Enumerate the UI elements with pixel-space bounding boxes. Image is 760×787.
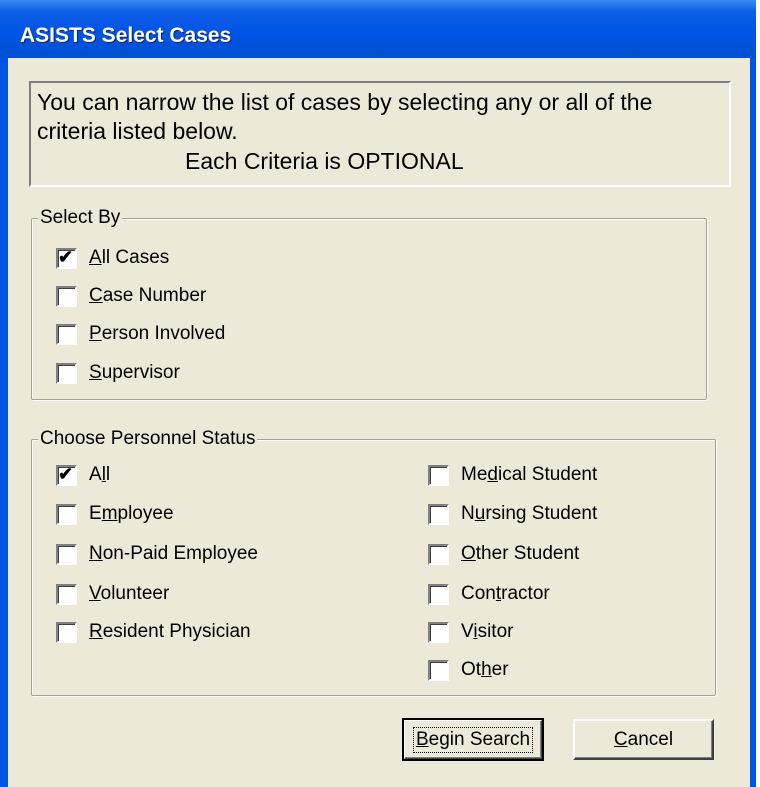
select-by-legend: Select By	[38, 207, 123, 229]
checkbox-case-number[interactable]: ✔ Case Number	[56, 285, 206, 307]
info-text-line-1: You can narrow the list of cases by sele…	[37, 89, 653, 115]
checkbox-label: Person Involved	[89, 323, 226, 344]
checkbox-box[interactable]: ✔	[56, 463, 77, 486]
window-frame-right	[750, 58, 756, 787]
check-icon: ✔	[58, 463, 74, 484]
window-frame-left	[0, 58, 8, 787]
checkbox-label: Other Student	[461, 543, 580, 564]
checkbox-person-involved[interactable]: ✔ Person Involved	[56, 323, 225, 345]
window-title: ASISTS Select Cases	[20, 24, 232, 47]
checkbox-label: All	[89, 464, 111, 485]
cancel-button[interactable]: Cancel	[573, 719, 714, 760]
checkbox-status-non-paid-employee[interactable]: ✔ Non-Paid Employee	[56, 543, 258, 565]
begin-search-label: Begin Search	[412, 726, 534, 753]
checkbox-label: Non-Paid Employee	[89, 543, 258, 564]
checkbox-box[interactable]: ✔	[56, 246, 77, 269]
checkbox-label: Supervisor	[89, 362, 180, 383]
checkbox-box[interactable]: ✔	[428, 464, 449, 486]
dialog-body: You can narrow the list of cases by sele…	[8, 58, 750, 787]
checkbox-box[interactable]: ✔	[428, 621, 449, 643]
checkbox-status-medical-student[interactable]: ✔ Medical Student	[428, 464, 597, 486]
checkbox-status-nursing-student[interactable]: ✔ Nursing Student	[428, 503, 597, 525]
checkbox-label: Medical Student	[461, 464, 598, 485]
checkbox-label: Other	[461, 659, 509, 680]
checkbox-status-other-student[interactable]: ✔ Other Student	[428, 543, 579, 565]
checkbox-box[interactable]: ✔	[56, 543, 77, 565]
dialog-window: ASISTS Select Cases You can narrow the l…	[0, 0, 756, 787]
checkbox-box[interactable]: ✔	[56, 285, 77, 307]
info-text-optional: Each Criteria is OPTIONAL	[185, 148, 464, 174]
checkbox-label: Volunteer	[89, 583, 170, 604]
checkbox-box[interactable]: ✔	[428, 503, 449, 525]
info-text-line-2: criteria listed below.	[37, 118, 238, 144]
check-icon: ✔	[58, 246, 74, 267]
begin-search-button[interactable]: Begin Search	[402, 718, 544, 761]
personnel-status-group: Choose Personnel Status ✔ All ✔ Employee…	[31, 428, 716, 696]
title-bar[interactable]: ASISTS Select Cases	[0, 0, 756, 58]
checkbox-status-other[interactable]: ✔ Other	[428, 659, 509, 681]
checkbox-label: Visitor	[461, 621, 514, 642]
checkbox-box[interactable]: ✔	[428, 543, 449, 565]
checkbox-box[interactable]: ✔	[428, 659, 449, 681]
checkbox-supervisor[interactable]: ✔ Supervisor	[56, 362, 180, 384]
personnel-status-legend: Choose Personnel Status	[38, 428, 258, 450]
checkbox-status-visitor[interactable]: ✔ Visitor	[428, 621, 513, 643]
info-panel: You can narrow the list of cases by sele…	[29, 81, 731, 187]
checkbox-status-resident-physician[interactable]: ✔ Resident Physician	[56, 621, 251, 643]
checkbox-label: All Cases	[89, 247, 170, 268]
checkbox-box[interactable]: ✔	[56, 503, 77, 525]
checkbox-status-contractor[interactable]: ✔ Contractor	[428, 583, 550, 605]
checkbox-status-all[interactable]: ✔ All	[56, 464, 110, 486]
checkbox-all-cases[interactable]: ✔ All Cases	[56, 247, 169, 269]
checkbox-label: Contractor	[461, 583, 550, 604]
checkbox-status-volunteer[interactable]: ✔ Volunteer	[56, 583, 169, 605]
select-by-group: Select By ✔ All Cases ✔ Case Number ✔ Pe…	[31, 207, 707, 400]
checkbox-label: Resident Physician	[89, 621, 251, 642]
checkbox-box[interactable]: ✔	[428, 583, 449, 605]
checkbox-box[interactable]: ✔	[56, 621, 77, 643]
checkbox-box[interactable]: ✔	[56, 583, 77, 605]
checkbox-label: Nursing Student	[461, 503, 598, 524]
checkbox-box[interactable]: ✔	[56, 362, 77, 384]
checkbox-box[interactable]: ✔	[56, 323, 77, 345]
checkbox-label: Employee	[89, 503, 174, 524]
cancel-label: Cancel	[613, 728, 674, 750]
checkbox-status-employee[interactable]: ✔ Employee	[56, 503, 174, 525]
checkbox-label: Case Number	[89, 285, 207, 306]
